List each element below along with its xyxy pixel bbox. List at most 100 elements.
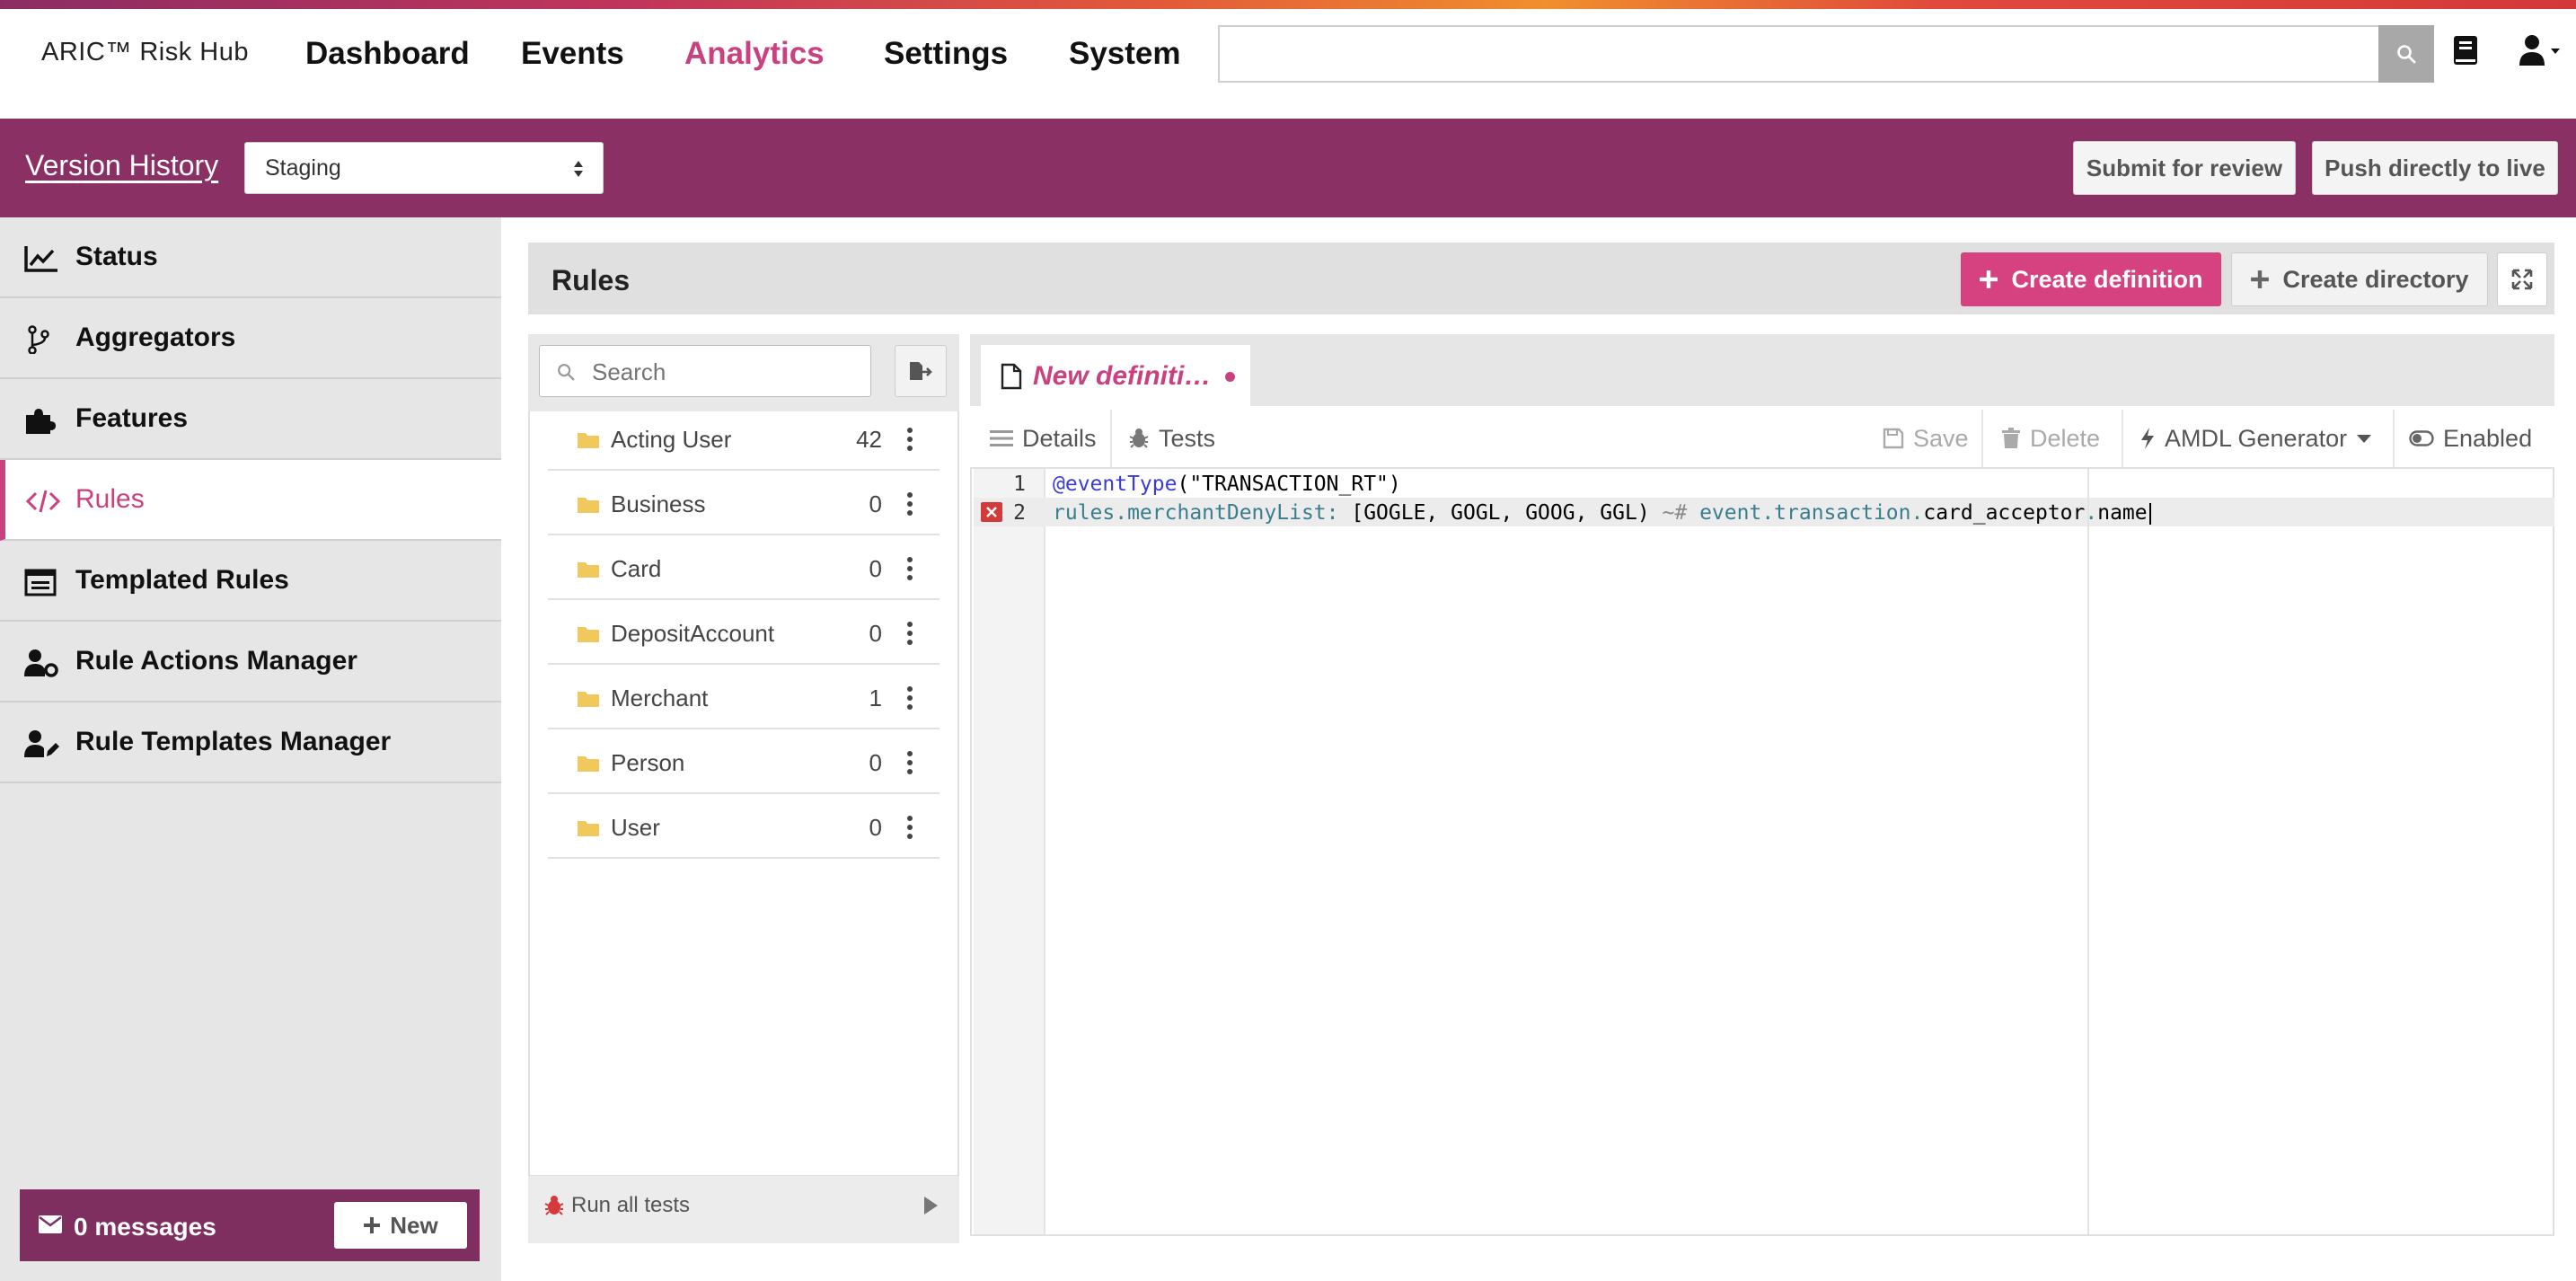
nav-settings[interactable]: Settings	[884, 36, 1008, 72]
run-all-tests-button[interactable]: Run all tests	[571, 1193, 690, 1218]
sort-arrows-icon	[574, 161, 583, 177]
messages-count[interactable]: 0 messages	[74, 1213, 216, 1241]
sidebar-item-rule-templates-manager[interactable]: Rule Templates Manager	[0, 702, 501, 783]
tree-folder-row[interactable]: Card 0	[548, 535, 940, 600]
tree-folder-row[interactable]: Merchant 1	[548, 665, 940, 729]
code-dot: .	[2085, 501, 2098, 525]
sidebar-item-features[interactable]: Features	[0, 379, 501, 460]
folder-icon	[578, 498, 599, 513]
chart-line-icon	[24, 246, 57, 272]
sidebar-item-aggregators[interactable]: Aggregators	[0, 298, 501, 379]
unsaved-indicator	[1225, 372, 1235, 382]
folder-count: 0	[869, 555, 882, 582]
puzzle-icon	[26, 409, 56, 434]
user-edit-icon	[24, 730, 59, 757]
folder-icon	[578, 562, 599, 578]
enabled-label: Enabled	[2443, 424, 2533, 452]
submit-for-review-button[interactable]: Submit for review	[2073, 141, 2296, 195]
nav-system[interactable]: System	[1069, 36, 1181, 72]
nav-analytics[interactable]: Analytics	[684, 36, 825, 72]
global-search-button[interactable]	[2378, 25, 2434, 83]
editor-tab[interactable]: New definiti…	[981, 345, 1250, 408]
sidebar-item-label: Status	[75, 242, 158, 271]
kebab-menu-icon[interactable]	[905, 426, 914, 453]
environment-select[interactable]: Staging	[244, 142, 604, 194]
expand-button[interactable]	[2497, 252, 2547, 306]
code-text: [GOGLE, GOGL, GOOG, GGL)	[1338, 501, 1663, 525]
sidebar-item-rules[interactable]: Rules	[0, 460, 501, 541]
import-button[interactable]	[895, 345, 947, 397]
user-menu-button[interactable]	[2519, 34, 2563, 66]
tree-search-input[interactable]	[592, 358, 852, 386]
kebab-menu-icon[interactable]	[905, 555, 914, 582]
tree-folder-row[interactable]: DepositAccount 0	[548, 600, 940, 665]
nav-events[interactable]: Events	[521, 36, 624, 72]
amdl-generator-label: AMDL Generator	[2165, 424, 2348, 452]
line-number: 1	[1013, 473, 1026, 496]
kebab-menu-icon[interactable]	[905, 749, 914, 776]
create-definition-button[interactable]: Create definition	[1961, 252, 2221, 306]
template-icon	[24, 569, 57, 596]
kebab-menu-icon[interactable]	[905, 814, 914, 841]
plus-icon	[364, 1217, 381, 1233]
tree-folder-row[interactable]: Acting User 42	[548, 406, 940, 471]
sidebar-item-rule-actions-manager[interactable]: Rule Actions Manager	[0, 622, 501, 702]
kebab-menu-icon[interactable]	[905, 490, 914, 517]
environment-value: Staging	[265, 155, 341, 181]
global-search-input[interactable]	[1218, 25, 2380, 83]
user-icon	[2519, 35, 2560, 66]
tree-search-field[interactable]	[539, 345, 871, 397]
text-cursor	[2148, 502, 2151, 525]
amdl-generator-dropdown[interactable]: AMDL Generator	[2139, 419, 2372, 458]
tree-folder-row[interactable]: Business 0	[548, 471, 940, 535]
code-text: ("TRANSACTION_RT")	[1177, 473, 1401, 496]
code-line[interactable]: rules.merchantDenyList: [GOGLE, GOGL, GO…	[1053, 501, 2151, 525]
code-line[interactable]: @eventType("TRANSACTION_RT")	[1053, 473, 1401, 496]
folder-count: 0	[869, 620, 882, 647]
folder-label: Person	[611, 749, 685, 776]
folder-icon	[578, 433, 599, 448]
user-cog-icon	[24, 649, 58, 677]
play-icon[interactable]	[922, 1195, 940, 1216]
save-label: Save	[1913, 424, 1969, 452]
create-directory-button[interactable]: Create directory	[2231, 252, 2488, 306]
toolbar-divider	[2122, 410, 2123, 467]
tree-folder-row[interactable]: User 0	[548, 794, 940, 859]
folder-icon	[578, 627, 599, 642]
kebab-menu-icon[interactable]	[905, 685, 914, 711]
sidebar-item-label: Templated Rules	[75, 565, 289, 595]
nav-dashboard[interactable]: Dashboard	[305, 36, 470, 72]
kebab-menu-icon[interactable]	[905, 620, 914, 647]
editor-tab-label: New definiti…	[1033, 361, 1212, 391]
delete-button[interactable]: Delete	[2001, 419, 2100, 458]
sidebar-item-status[interactable]: Status	[0, 217, 501, 298]
trash-icon	[2002, 428, 2020, 448]
toolbar-divider	[1981, 410, 1983, 467]
folder-label: Acting User	[611, 426, 732, 453]
push-to-live-button[interactable]: Push directly to live	[2312, 141, 2558, 195]
envelope-icon	[39, 1215, 62, 1233]
brand-stripe	[0, 0, 2576, 9]
folder-count: 42	[856, 426, 882, 453]
sidebar-item-templated-rules[interactable]: Templated Rules	[0, 541, 501, 622]
version-history-link[interactable]: Version History	[25, 149, 218, 182]
folder-icon	[578, 692, 599, 707]
brand-logo: ARIC™ Risk Hub	[41, 38, 249, 66]
tests-tab[interactable]: Tests	[1128, 419, 1215, 458]
folder-label: Card	[611, 555, 662, 582]
docs-button[interactable]	[2452, 34, 2479, 66]
code-field: card_acceptor	[1923, 501, 2086, 525]
branch-icon	[28, 325, 49, 354]
expand-icon	[2511, 269, 2533, 290]
page-title: Rules	[551, 264, 631, 296]
create-directory-label: Create directory	[2282, 265, 2469, 293]
sidebar-item-label: Rule Actions Manager	[75, 646, 357, 676]
folder-count: 0	[869, 814, 882, 841]
enabled-toggle[interactable]: Enabled	[2409, 419, 2532, 458]
tree-folder-row[interactable]: Person 0	[548, 729, 940, 794]
save-button[interactable]: Save	[1883, 419, 1969, 458]
code-property: rules.merchantDenyList:	[1053, 501, 1339, 525]
code-event-path: event.transaction.	[1687, 501, 1924, 525]
new-message-button[interactable]: New	[334, 1202, 467, 1249]
details-tab[interactable]: Details	[990, 419, 1097, 458]
